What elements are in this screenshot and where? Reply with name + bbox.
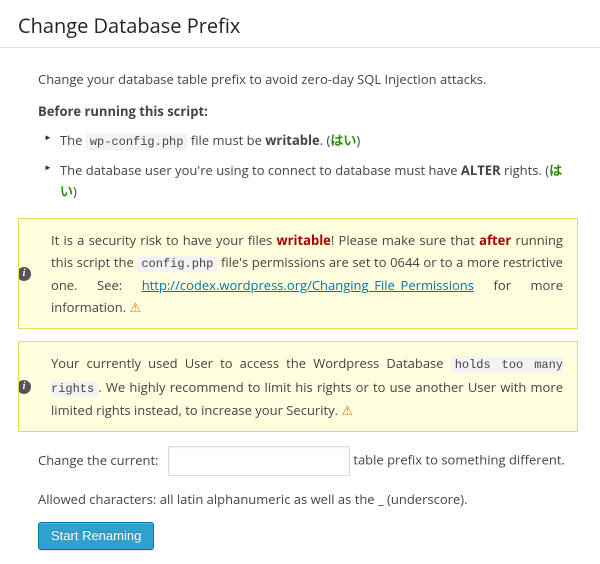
link-codex-permissions[interactable]: http://codex.wordpress.org/Changing_File… xyxy=(142,276,474,294)
prefix-input-row: Change the current: table prefix to some… xyxy=(38,446,578,476)
text: . ( xyxy=(320,131,331,149)
text: ) xyxy=(73,182,77,200)
text: Your currently used User to access the W… xyxy=(51,354,451,372)
prefix-label-post: table prefix to something different. xyxy=(353,451,565,469)
code-config-php: config.php xyxy=(137,256,217,272)
page: Change Database Prefix Change your datab… xyxy=(0,0,600,564)
text: It is a security risk to have your files xyxy=(51,231,276,249)
prefix-input[interactable] xyxy=(168,446,350,476)
text: The database user you're using to connec… xyxy=(60,161,461,179)
before-running-label: Before running this script: xyxy=(38,102,578,120)
strong-writable: writable xyxy=(265,131,319,149)
text: . We highly recommend to limit his right… xyxy=(51,378,563,419)
red-after: after xyxy=(479,231,511,249)
notice-writable-risk: i It is a security risk to have your fil… xyxy=(18,218,578,330)
info-icon: i xyxy=(18,380,31,394)
prefix-label-pre: Change the current: xyxy=(38,451,159,469)
text: file must be xyxy=(191,131,265,149)
check-wp-config: The wp-config.php file must be writable.… xyxy=(44,130,578,152)
text: ! Please make sure that xyxy=(331,231,479,249)
notice-body: It is a security risk to have your files… xyxy=(33,229,563,319)
red-writable: writable xyxy=(276,231,330,249)
text: rights. ( xyxy=(501,161,549,179)
checks-list: The wp-config.php file must be writable.… xyxy=(38,130,578,202)
notice-db-user-rights: i Your currently used User to access the… xyxy=(18,341,578,432)
info-icon: i xyxy=(18,267,31,281)
strong-alter: ALTER xyxy=(461,161,501,179)
allowed-chars-note: Allowed characters: all latin alphanumer… xyxy=(38,490,578,508)
warning-icon: ⚠ xyxy=(341,401,353,419)
content: Change your database table prefix to avo… xyxy=(0,48,600,564)
page-title: Change Database Prefix xyxy=(0,0,600,47)
warning-icon: ⚠ xyxy=(130,298,142,316)
start-renaming-button[interactable]: Start Renaming xyxy=(38,522,154,550)
text: The xyxy=(60,131,86,149)
code-wp-config: wp-config.php xyxy=(86,134,188,150)
status-ok: はい xyxy=(330,131,356,149)
intro-text: Change your database table prefix to avo… xyxy=(38,70,578,88)
check-alter-rights: The database user you're using to connec… xyxy=(44,160,578,202)
notice-body: Your currently used User to access the W… xyxy=(33,352,563,421)
text: ) xyxy=(356,131,360,149)
